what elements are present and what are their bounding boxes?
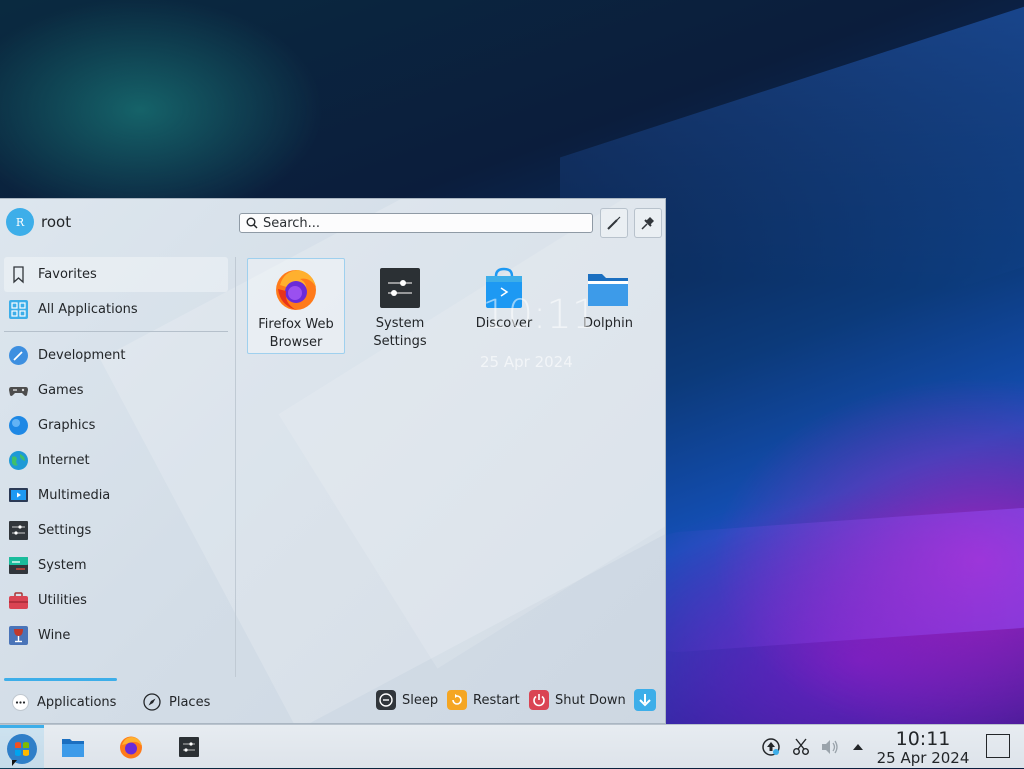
divider <box>4 331 228 332</box>
updates-tray-button[interactable] <box>761 737 781 757</box>
sidebar-item-settings[interactable]: Settings <box>0 513 232 548</box>
app-tile-firefox[interactable]: Firefox Web Browser <box>247 258 345 354</box>
tab-applications[interactable]: Applications <box>12 689 116 715</box>
shutdown-label: Shut Down <box>555 692 626 708</box>
graphics-icon <box>9 416 28 435</box>
gamepad-icon <box>9 387 28 396</box>
sidebar-item-label: Games <box>38 383 84 398</box>
sidebar-item-internet[interactable]: Internet <box>0 443 232 478</box>
user-name: root <box>41 213 72 231</box>
taskbar-system-settings[interactable] <box>167 725 211 769</box>
tab-label: Places <box>169 694 211 710</box>
system-settings-icon <box>380 268 420 308</box>
power-icon <box>529 690 549 710</box>
wine-icon <box>9 626 28 645</box>
sidebar-item-games[interactable]: Games <box>0 373 232 408</box>
toolbox-icon <box>9 592 28 609</box>
taskbar: 10:11 25 Apr 2024 <box>0 724 1024 769</box>
wallpaper-streak <box>640 505 1024 655</box>
system-settings-icon <box>179 737 199 757</box>
sidebar-item-all-applications[interactable]: All Applications <box>0 292 232 327</box>
tab-places[interactable]: Places <box>143 689 210 715</box>
sidebar-item-label: Settings <box>38 523 92 538</box>
app-label-line2: Browser <box>269 335 323 350</box>
configure-button[interactable] <box>600 208 628 238</box>
sidebar-item-graphics[interactable]: Graphics <box>0 408 232 443</box>
launcher-footer: Applications Places Sleep Restart Shut D… <box>0 675 665 723</box>
taskbar-dolphin[interactable] <box>51 725 95 769</box>
sleep-button[interactable]: Sleep <box>372 686 442 714</box>
tab-label: Applications <box>37 694 117 710</box>
more-icon <box>12 693 29 711</box>
sidebar-item-label: Development <box>38 348 126 363</box>
sleep-icon <box>376 690 396 710</box>
bookmark-icon <box>13 266 24 284</box>
sidebar-item-label: Internet <box>38 453 90 468</box>
app-launcher-button[interactable] <box>0 725 44 769</box>
active-tab-indicator <box>4 678 117 681</box>
application-launcher: R root Favorites <box>0 198 666 724</box>
volume-tray-button[interactable] <box>820 737 840 757</box>
clock-time: 10:11 <box>895 728 951 750</box>
clipboard-tray-button[interactable] <box>791 737 811 757</box>
pin-icon <box>641 217 654 230</box>
app-label-line1: System <box>375 316 425 331</box>
arrow-down-icon <box>634 689 656 711</box>
show-desktop-button[interactable] <box>986 734 1010 758</box>
search-icon <box>246 217 258 229</box>
search-input[interactable] <box>263 215 563 231</box>
sidebar-item-label: Multimedia <box>38 488 111 503</box>
development-icon <box>9 346 28 365</box>
sidebar-item-label: Favorites <box>38 267 97 282</box>
sidebar-item-label: Wine <box>38 628 71 643</box>
desktop-clock-time: 10:11 <box>482 292 598 338</box>
sidebar-item-utilities[interactable]: Utilities <box>0 583 232 618</box>
sidebar-item-multimedia[interactable]: Multimedia <box>0 478 232 513</box>
multimedia-icon <box>9 488 28 502</box>
globe-icon <box>9 451 28 470</box>
restart-button[interactable]: Restart <box>443 686 524 714</box>
mouse-cursor <box>12 760 17 766</box>
settings-icon <box>9 521 28 540</box>
sidebar-item-system[interactable]: System <box>0 548 232 583</box>
restart-label: Restart <box>473 692 520 708</box>
app-label-line2: Settings <box>373 334 427 349</box>
leave-menu-button[interactable] <box>634 686 656 714</box>
sidebar-item-development[interactable]: Development <box>0 338 232 373</box>
search-box[interactable] <box>239 213 593 233</box>
app-label-line1: Firefox Web <box>258 317 334 332</box>
app-tile-system-settings[interactable]: System Settings <box>351 258 449 354</box>
category-sidebar: Favorites All Applications Development G… <box>0 257 232 653</box>
sidebar-item-label: All Applications <box>38 302 138 317</box>
desktop-clock-date: 25 Apr 2024 <box>480 353 573 371</box>
folder-icon <box>62 739 84 757</box>
sidebar-item-label: Utilities <box>38 593 87 608</box>
avatar[interactable]: R <box>6 208 34 236</box>
update-icon <box>762 738 780 756</box>
clock-date: 25 Apr 2024 <box>876 749 970 767</box>
sidebar-item-label: System <box>38 558 87 573</box>
start-orb-icon <box>7 733 37 764</box>
firefox-icon <box>120 736 142 759</box>
sidebar-item-wine[interactable]: Wine <box>0 618 232 653</box>
compass-icon <box>143 693 161 711</box>
restart-icon <box>447 690 467 710</box>
chevron-up-icon <box>853 744 863 750</box>
shutdown-button[interactable]: Shut Down <box>525 686 630 714</box>
tray-expand-button[interactable] <box>848 737 868 757</box>
firefox-icon <box>276 270 316 310</box>
sidebar-item-favorites[interactable]: Favorites <box>4 257 228 292</box>
volume-icon <box>822 740 838 754</box>
user-info[interactable]: R root <box>6 208 71 236</box>
system-icon <box>9 557 28 574</box>
grid-icon <box>9 300 28 319</box>
sleep-label: Sleep <box>402 692 439 708</box>
pin-button[interactable] <box>634 208 662 238</box>
sidebar-item-label: Graphics <box>38 418 96 433</box>
divider <box>235 257 236 677</box>
wrench-icon <box>607 216 621 230</box>
scissors-icon <box>793 738 809 755</box>
taskbar-firefox[interactable] <box>109 725 153 769</box>
taskbar-clock[interactable]: 10:11 25 Apr 2024 <box>876 729 970 767</box>
